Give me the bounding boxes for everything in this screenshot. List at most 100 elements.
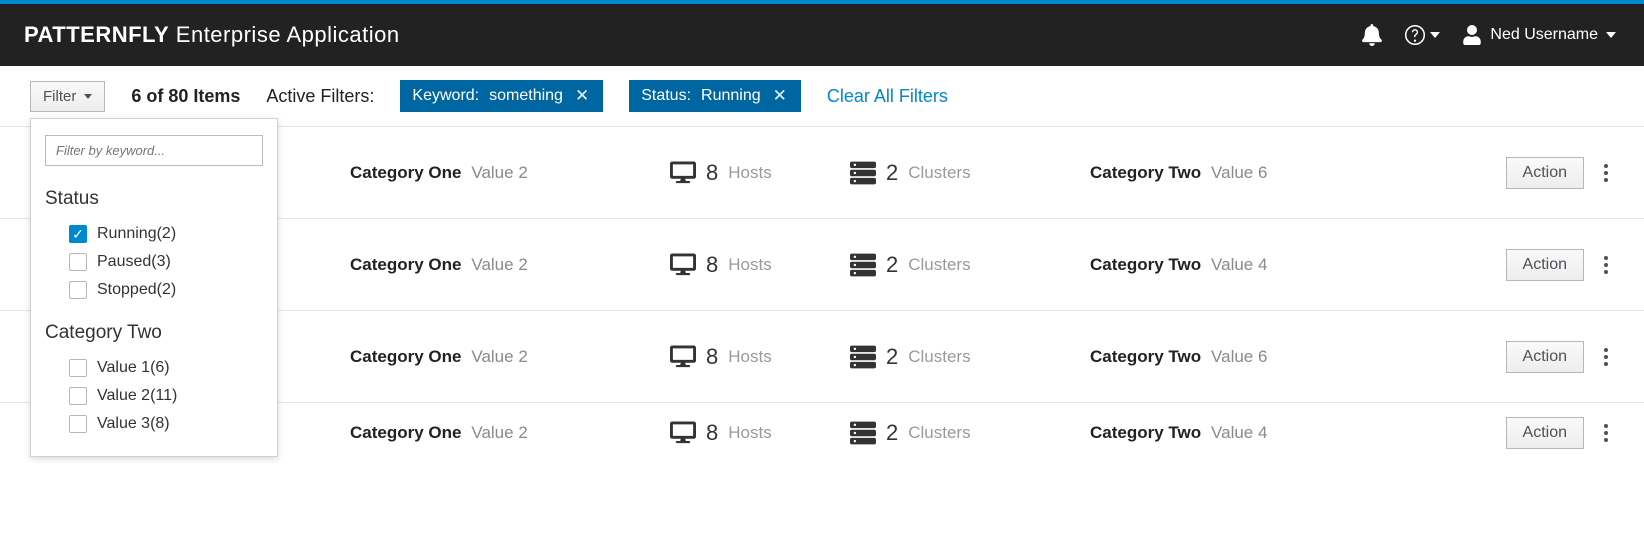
kebab-menu-icon[interactable] <box>1598 252 1614 278</box>
username-label: Ned Username <box>1490 26 1598 44</box>
desktop-icon <box>670 421 696 445</box>
col-category-two: Category Two Value 6 <box>1090 347 1380 367</box>
user-menu[interactable]: Ned Username <box>1462 25 1616 45</box>
col-clusters: 2 Clusters <box>850 252 1070 278</box>
facet-title-cat2: Category Two <box>45 322 263 344</box>
desktop-icon <box>670 253 696 277</box>
nav-right: Ned Username <box>1362 24 1616 46</box>
close-icon[interactable]: ✕ <box>771 86 789 106</box>
hosts-label: Hosts <box>728 423 771 443</box>
col-category-two: Category Two Value 4 <box>1090 255 1380 275</box>
col-hosts: 8 Hosts <box>670 344 830 370</box>
filter-dropdown-button[interactable]: Filter <box>30 81 105 112</box>
desktop-icon <box>670 345 696 369</box>
facet-option-label: Value 2(11) <box>97 387 177 405</box>
hosts-count: 8 <box>706 344 718 370</box>
filter-chip-keyword: Keyword: something ✕ <box>400 80 603 112</box>
action-button[interactable]: Action <box>1506 341 1584 373</box>
col-hosts: 8 Hosts <box>670 420 830 446</box>
brand-bold: PATTERNFLY <box>24 22 169 47</box>
facet-option-running[interactable]: ✓ Running(2) <box>45 220 263 248</box>
cat1-value: Value 2 <box>471 163 527 182</box>
facet-option-label: Value 3(8) <box>97 415 170 433</box>
col-category-one: Category One Value 2 <box>350 163 650 183</box>
checkbox-icon <box>69 253 87 271</box>
items-count: 6 of 80 Items <box>131 86 240 107</box>
notifications-icon[interactable] <box>1362 24 1382 46</box>
filter-chip-status: Status: Running ✕ <box>629 80 801 112</box>
chip-value: Running <box>701 87 761 105</box>
server-icon <box>850 420 876 446</box>
facet-option-value1[interactable]: Value 1(6) <box>45 354 263 382</box>
hosts-count: 8 <box>706 420 718 446</box>
filter-button-label: Filter <box>43 88 76 105</box>
col-category-one: Category One Value 2 <box>350 423 650 443</box>
chevron-down-icon <box>84 94 92 99</box>
facet-option-label: Value 1(6) <box>97 359 170 377</box>
cat1-value: Value 2 <box>471 423 527 442</box>
cat2-label: Category Two <box>1090 347 1201 366</box>
col-category-two: Category Two Value 6 <box>1090 163 1380 183</box>
hosts-label: Hosts <box>728 347 771 367</box>
chevron-down-icon <box>1430 32 1440 38</box>
col-category-two: Category Two Value 4 <box>1090 423 1380 443</box>
help-menu[interactable] <box>1404 24 1440 46</box>
col-clusters: 2 Clusters <box>850 420 1070 446</box>
facet-title-status: Status <box>45 188 263 210</box>
navbar: PATTERNFLY Enterprise Application Ned Us… <box>0 4 1644 66</box>
checkbox-checked-icon: ✓ <box>69 225 87 243</box>
chip-key: Keyword: <box>412 87 479 105</box>
cat1-label: Category One <box>350 423 461 442</box>
facet-list-status: ✓ Running(2) Paused(3) Stopped(2) <box>45 220 263 304</box>
action-button[interactable]: Action <box>1506 417 1584 449</box>
facet-option-stopped[interactable]: Stopped(2) <box>45 276 263 304</box>
col-clusters: 2 Clusters <box>850 160 1070 186</box>
cat2-value: Value 6 <box>1211 163 1267 182</box>
clusters-label: Clusters <box>908 347 970 367</box>
clusters-label: Clusters <box>908 163 970 183</box>
cat1-label: Category One <box>350 255 461 274</box>
kebab-menu-icon[interactable] <box>1598 160 1614 186</box>
clusters-label: Clusters <box>908 423 970 443</box>
col-actions: Action <box>1506 341 1614 373</box>
col-clusters: 2 Clusters <box>850 344 1070 370</box>
active-filters-label: Active Filters: <box>266 86 374 107</box>
facet-option-value3[interactable]: Value 3(8) <box>45 410 263 438</box>
col-category-one: Category One Value 2 <box>350 347 650 367</box>
kebab-menu-icon[interactable] <box>1598 420 1614 446</box>
cat1-value: Value 2 <box>471 255 527 274</box>
checkbox-icon <box>69 415 87 433</box>
filter-keyword-input[interactable] <box>45 135 263 166</box>
toolbar: Filter 6 of 80 Items Active Filters: Key… <box>0 66 1644 126</box>
kebab-menu-icon[interactable] <box>1598 344 1614 370</box>
server-icon <box>850 252 876 278</box>
cat1-value: Value 2 <box>471 347 527 366</box>
checkbox-icon <box>69 281 87 299</box>
clusters-label: Clusters <box>908 255 970 275</box>
action-button[interactable]: Action <box>1506 157 1584 189</box>
cat2-label: Category Two <box>1090 163 1201 182</box>
chip-key: Status: <box>641 87 691 105</box>
filter-panel: Status ✓Running(2) Paused(3) Stopped(2) … <box>30 118 278 457</box>
col-hosts: 8 Hosts <box>670 160 830 186</box>
desktop-icon <box>670 161 696 185</box>
col-actions: Action <box>1506 249 1614 281</box>
hosts-count: 8 <box>706 160 718 186</box>
facet-list-cat2: Value 1(6) Value 2(11) Value 3(8) <box>45 354 263 438</box>
facet-option-value2[interactable]: Value 2(11) <box>45 382 263 410</box>
cat2-value: Value 6 <box>1211 347 1267 366</box>
hosts-count: 8 <box>706 252 718 278</box>
col-actions: Action <box>1506 157 1614 189</box>
clear-all-filters-link[interactable]: Clear All Filters <box>827 86 948 107</box>
cat2-value: Value 4 <box>1211 423 1267 442</box>
facet-option-label: Running(2) <box>97 225 176 243</box>
close-icon[interactable]: ✕ <box>573 86 591 106</box>
facet-option-paused[interactable]: Paused(3) <box>45 248 263 276</box>
clusters-count: 2 <box>886 160 898 186</box>
server-icon <box>850 160 876 186</box>
checkbox-icon <box>69 359 87 377</box>
action-button[interactable]: Action <box>1506 249 1584 281</box>
facet-option-label: Stopped(2) <box>97 281 176 299</box>
col-category-one: Category One Value 2 <box>350 255 650 275</box>
cat1-label: Category One <box>350 163 461 182</box>
